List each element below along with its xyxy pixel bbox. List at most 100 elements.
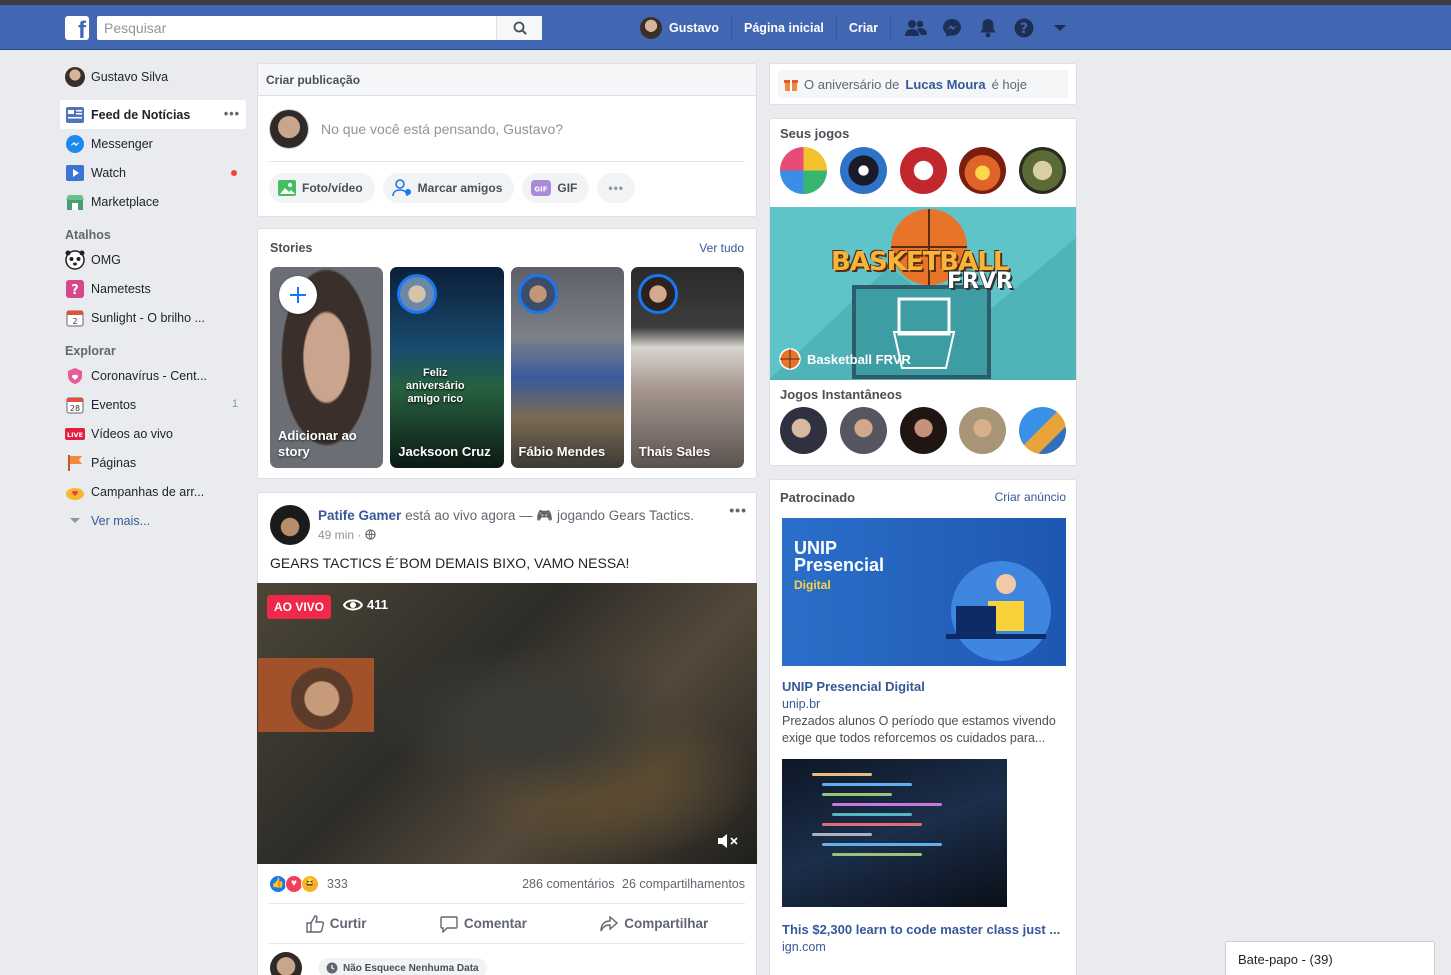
plus-icon[interactable] xyxy=(279,276,317,314)
sidebar-item-sunlight[interactable]: 2 Sunlight - O brilho ... xyxy=(60,303,246,332)
post-timestamp[interactable]: 49 min xyxy=(318,528,354,542)
post-options-button[interactable]: ••• xyxy=(729,502,747,518)
avatar[interactable] xyxy=(270,505,310,545)
search-input[interactable] xyxy=(97,16,496,40)
eye-icon xyxy=(343,599,363,610)
share-label: Compartilhar xyxy=(624,916,709,931)
sidebar-profile[interactable]: Gustavo Silva xyxy=(60,62,246,91)
top-navigation-bar: f Gustavo Página inicial Criar ? xyxy=(0,5,1451,50)
instant-games-row xyxy=(770,401,1076,454)
composer-input-area[interactable]: No que você está pensando, Gustavo? xyxy=(269,96,745,162)
story-add[interactable]: Adicionar ao story xyxy=(270,267,384,468)
ad-url[interactable]: ign.com xyxy=(770,937,1076,954)
see-more-label: Ver mais... xyxy=(91,513,151,528)
account-menu-chevron-icon[interactable] xyxy=(1049,17,1071,39)
friend-requests-icon[interactable] xyxy=(905,17,928,39)
sidebar-more-options[interactable]: ••• xyxy=(224,107,240,121)
instant-game-2-icon[interactable] xyxy=(839,407,887,454)
game-fire-icon[interactable] xyxy=(959,147,1007,194)
sidebar-item-pages[interactable]: Páginas xyxy=(60,448,246,477)
basketball-icon xyxy=(779,348,801,370)
like-button[interactable]: Curtir xyxy=(306,914,367,933)
post-time-line: 49 min · xyxy=(318,528,694,542)
volume-icon[interactable] xyxy=(717,833,739,852)
games-card: Seus jogos BASKETBALL FRVR Basketball FR… xyxy=(769,118,1077,466)
featured-game-banner[interactable]: BASKETBALL FRVR Basketball FRVR xyxy=(770,207,1076,380)
birthday-name-link[interactable]: Lucas Moura xyxy=(905,77,985,92)
profile-avatar xyxy=(65,66,85,87)
game-trivia-icon[interactable] xyxy=(780,147,827,194)
like-label: Curtir xyxy=(329,916,367,931)
search-box xyxy=(97,16,542,40)
tag-friends-button[interactable]: Marcar amigos xyxy=(382,173,515,203)
notifications-bell-icon[interactable] xyxy=(977,17,999,39)
ad-image-unip[interactable]: UNIP Presencial Digital xyxy=(782,518,1066,666)
sidebar-item-nametests[interactable]: ? Nametests xyxy=(60,274,246,303)
profile-link[interactable]: Gustavo xyxy=(640,16,733,40)
story-name: Thaís Sales xyxy=(638,444,711,459)
story-avatar xyxy=(637,274,678,314)
sidebar-item-label: Feed de Notícias xyxy=(91,107,191,122)
sidebar-item-news-feed[interactable]: Feed de Notícias ••• xyxy=(60,100,246,129)
instant-game-1-icon[interactable] xyxy=(780,407,827,454)
sidebar-item-messenger[interactable]: Messenger xyxy=(60,129,246,158)
story-thais[interactable]: Thaís Sales xyxy=(630,267,744,468)
game-poker-icon[interactable] xyxy=(899,147,947,194)
comments-count[interactable]: 286 comentários xyxy=(522,877,614,891)
comment-button[interactable]: Comentar xyxy=(440,915,527,933)
game-skull-icon[interactable] xyxy=(1019,147,1066,194)
sidebar-item-label: Watch xyxy=(91,165,126,180)
ad-image-code[interactable] xyxy=(782,759,1007,907)
sidebar-item-omg[interactable]: OMG xyxy=(60,245,246,274)
post-status: está ao vivo agora — 🎮 jogando Gears Tac… xyxy=(405,508,695,523)
story-jacksoon[interactable]: Feliz aniversário amigo rico Jacksoon Cr… xyxy=(390,267,504,468)
create-link[interactable]: Criar xyxy=(837,16,892,40)
sidebar-item-live-videos[interactable]: LIVE Vídeos ao vivo xyxy=(60,419,246,448)
banner-subtitle: FRVR xyxy=(947,269,1013,294)
more-options-button[interactable]: ••• xyxy=(597,173,635,203)
search-button[interactable] xyxy=(496,16,542,40)
post-author-link[interactable]: Patife Gamer xyxy=(318,508,401,523)
instant-game-4-icon[interactable] xyxy=(959,407,1007,454)
create-ad-link[interactable]: Criar anúncio xyxy=(995,490,1066,518)
live-badge: AO VIVO xyxy=(267,595,332,619)
game-8ball-icon[interactable] xyxy=(839,147,887,194)
chat-bar[interactable]: Bate-papo - (39) xyxy=(1225,941,1435,975)
ad-title-link[interactable]: This $2,300 learn to code master class j… xyxy=(770,907,1076,937)
sidebar-item-fundraisers[interactable]: Campanhas de arr... xyxy=(60,477,246,506)
live-video-player[interactable]: AO VIVO 411 xyxy=(257,583,757,864)
birthday-suffix: é hoje xyxy=(991,76,1027,92)
story-row: Adicionar ao story Feliz aniversário ami… xyxy=(258,267,756,468)
help-icon[interactable]: ? xyxy=(1013,17,1035,39)
globe-icon xyxy=(365,529,376,540)
see-all-stories-link[interactable]: Ver tudo xyxy=(699,241,744,267)
ad-title-link[interactable]: UNIP Presencial Digital xyxy=(770,666,1076,694)
instant-game-3-icon[interactable] xyxy=(899,407,947,454)
reaction-icons[interactable]: 👍 ♥ 😆 333 xyxy=(269,874,348,893)
ad-description: Prezados alunos O período que estamos vi… xyxy=(782,714,1056,745)
photo-video-button[interactable]: Foto/vídeo xyxy=(269,173,375,203)
instant-game-5-icon[interactable] xyxy=(1019,407,1066,454)
share-button[interactable]: Compartilhar xyxy=(600,914,709,933)
story-fabio[interactable]: Fábio Mendes xyxy=(510,267,624,468)
new-content-dot xyxy=(231,170,237,176)
ad-url[interactable]: unip.br xyxy=(770,694,1076,711)
messenger-icon[interactable] xyxy=(941,17,963,39)
panda-icon xyxy=(65,249,85,270)
see-more-link[interactable]: Ver mais... xyxy=(60,506,246,535)
sidebar-item-coronavirus[interactable]: Coronavírus - Cent... xyxy=(60,361,246,390)
pages-flag-icon xyxy=(65,453,85,473)
gif-button[interactable]: GIF GIF xyxy=(522,173,590,203)
comment-chip[interactable]: Não Esquece Nenhuma Data xyxy=(318,958,487,975)
sidebar-item-marketplace[interactable]: Marketplace xyxy=(60,187,246,216)
birthday-reminder[interactable]: O aniversário de Lucas Moura é hoje xyxy=(778,70,1068,98)
nav-icons: ? xyxy=(891,17,1071,39)
sidebar-item-events[interactable]: 28 Eventos 1 xyxy=(60,390,246,419)
facebook-logo[interactable]: f xyxy=(65,16,89,40)
sidebar-item-watch[interactable]: Watch xyxy=(60,158,246,187)
composer-placeholder[interactable]: No que você está pensando, Gustavo? xyxy=(321,121,563,137)
home-link[interactable]: Página inicial xyxy=(732,16,837,40)
photo-video-label: Foto/vídeo xyxy=(302,181,363,195)
shares-count[interactable]: 26 compartilhamentos xyxy=(622,877,745,891)
watch-icon xyxy=(65,163,85,183)
